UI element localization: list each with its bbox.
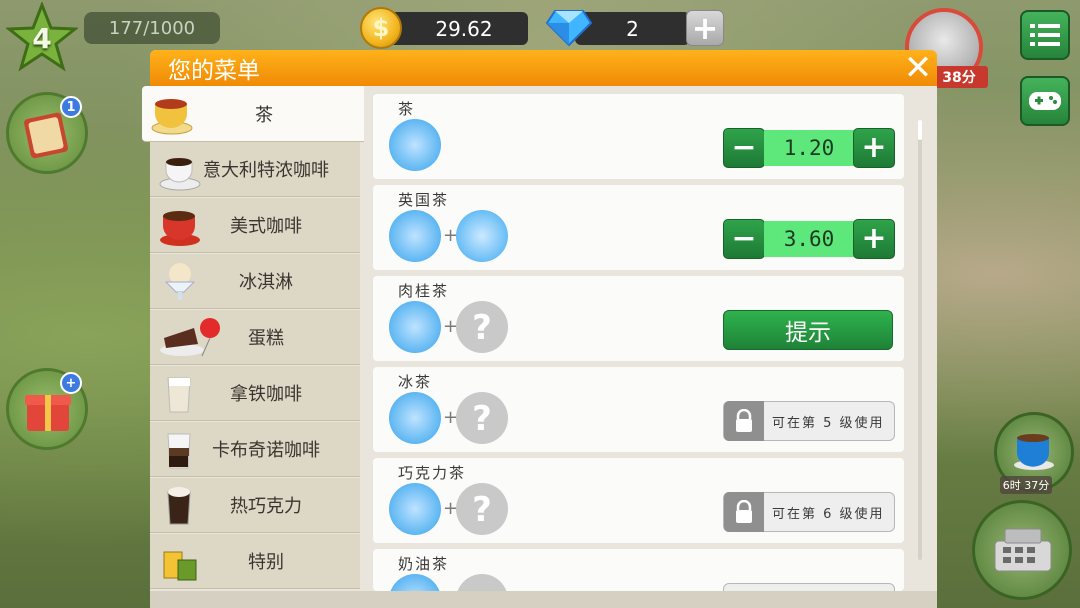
player-level: 4 [32, 21, 52, 55]
locked-indicator [723, 583, 895, 591]
recipe-name: 奶油茶 [398, 555, 450, 573]
unknown-ingredient-icon: ? [456, 392, 508, 444]
close-button[interactable]: ✕ [900, 51, 936, 85]
cash-register-button[interactable] [972, 500, 1072, 600]
increase-price-button[interactable]: + [853, 219, 895, 259]
category-label: 热巧克力 [230, 496, 302, 517]
dialog-title: 您的菜单 [168, 58, 260, 84]
main-menu-button[interactable] [1020, 10, 1070, 60]
minigames-button[interactable] [1020, 76, 1070, 126]
decrease-price-button[interactable]: − [723, 128, 765, 168]
recipe-book-badge: 1 [60, 96, 82, 118]
cash-register-icon [994, 528, 1052, 572]
coin-balance: 29.62 [380, 12, 528, 45]
category-list: 茶 意大利特浓咖啡 美式咖啡 冰淇淋 蛋糕 拿铁咖啡 卡布奇诺咖啡 热巧克力 特… [142, 86, 364, 591]
gift-badge: + [60, 372, 82, 394]
dialog-header [150, 50, 937, 86]
lock-icon [724, 492, 764, 532]
menu-list-icon [1030, 24, 1060, 46]
category-label: 特别 [248, 552, 284, 573]
category-special[interactable]: 特别 [150, 534, 360, 589]
scroll-thumb[interactable] [918, 120, 922, 140]
category-tea[interactable]: 茶 [142, 86, 364, 142]
decrease-price-button[interactable]: − [723, 219, 765, 259]
recipe-scrollbar[interactable] [918, 120, 922, 560]
price-value: 3.60 [764, 221, 854, 257]
category-label: 卡布奇诺咖啡 [212, 440, 320, 461]
category-cappuccino[interactable]: 卡布奇诺咖啡 [150, 422, 360, 477]
category-espresso[interactable]: 意大利特浓咖啡 [150, 142, 360, 197]
recipe-row: 冰茶 + ? 可在第 5 级使用 [373, 367, 904, 452]
locked-indicator: 可在第 6 级使用 [723, 492, 895, 532]
recipe-row: 奶油茶 [373, 549, 904, 591]
coffee-cup-icon [1014, 434, 1054, 470]
category-cake[interactable]: 蛋糕 [150, 310, 360, 365]
unknown-ingredient-icon: ? [456, 301, 508, 353]
recipe-name: 冰茶 [398, 373, 433, 391]
dialog-footer [150, 591, 937, 608]
category-label: 拿铁咖啡 [230, 384, 302, 405]
xp-progress: 177/1000 [84, 12, 220, 44]
category-ice-cream[interactable]: 冰淇淋 [150, 254, 360, 309]
category-label: 美式咖啡 [230, 216, 302, 237]
locked-indicator: 可在第 5 级使用 [723, 401, 895, 441]
recipe-row: 英国茶 + − 3.60 + [373, 185, 904, 270]
recipe-name: 巧克力茶 [398, 464, 467, 482]
svg-text:?: ? [472, 399, 492, 439]
tea-ingredient-icon [389, 210, 441, 262]
recipe-name: 肉桂茶 [398, 282, 450, 300]
hint-button[interactable]: 提示 [723, 310, 893, 350]
category-label: 蛋糕 [248, 328, 284, 349]
milk-ingredient-icon [456, 210, 508, 262]
lock-icon [724, 401, 764, 441]
coin-icon: $ [360, 7, 402, 49]
category-label: 茶 [255, 104, 273, 126]
unlock-level-text: 可在第 6 级使用 [772, 506, 885, 522]
add-gems-button[interactable]: + [686, 10, 724, 46]
diamond-icon [545, 10, 593, 47]
price-stepper: − 3.60 + [723, 219, 895, 259]
recipe-row: 巧克力茶 + ? 可在第 6 级使用 [373, 458, 904, 543]
unlock-level-text: 可在第 5 级使用 [772, 415, 885, 431]
tea-ingredient-icon [389, 392, 441, 444]
category-latte[interactable]: 拿铁咖啡 [150, 366, 360, 421]
category-hot-chocolate[interactable]: 热巧克力 [150, 478, 360, 533]
tea-ingredient-icon [389, 574, 441, 591]
gamepad-icon [1029, 92, 1061, 110]
price-value: 1.20 [764, 130, 854, 166]
category-label: 冰淇淋 [239, 272, 293, 293]
bonus-timer: 38分 [930, 66, 988, 88]
svg-text:?: ? [472, 308, 492, 348]
price-stepper: − 1.20 + [723, 128, 895, 168]
svg-text:?: ? [472, 490, 492, 530]
recipe-row: 肉桂茶 + ? 提示 [373, 276, 904, 361]
tea-ingredient-icon [389, 301, 441, 353]
recipe-name: 茶 [398, 100, 416, 118]
tea-ingredient-icon [389, 483, 441, 535]
category-label: 意大利特浓咖啡 [203, 160, 329, 181]
recipe-row: 茶 − 1.20 + [373, 94, 904, 179]
tea-ingredient-icon [389, 119, 441, 171]
coffee-timer: 6时 37分 [1000, 476, 1052, 494]
category-americano[interactable]: 美式咖啡 [150, 198, 360, 253]
increase-price-button[interactable]: + [853, 128, 895, 168]
recipe-name: 英国茶 [398, 191, 450, 209]
unknown-ingredient-icon: ? [456, 483, 508, 535]
unknown-ingredient-icon [456, 574, 508, 591]
